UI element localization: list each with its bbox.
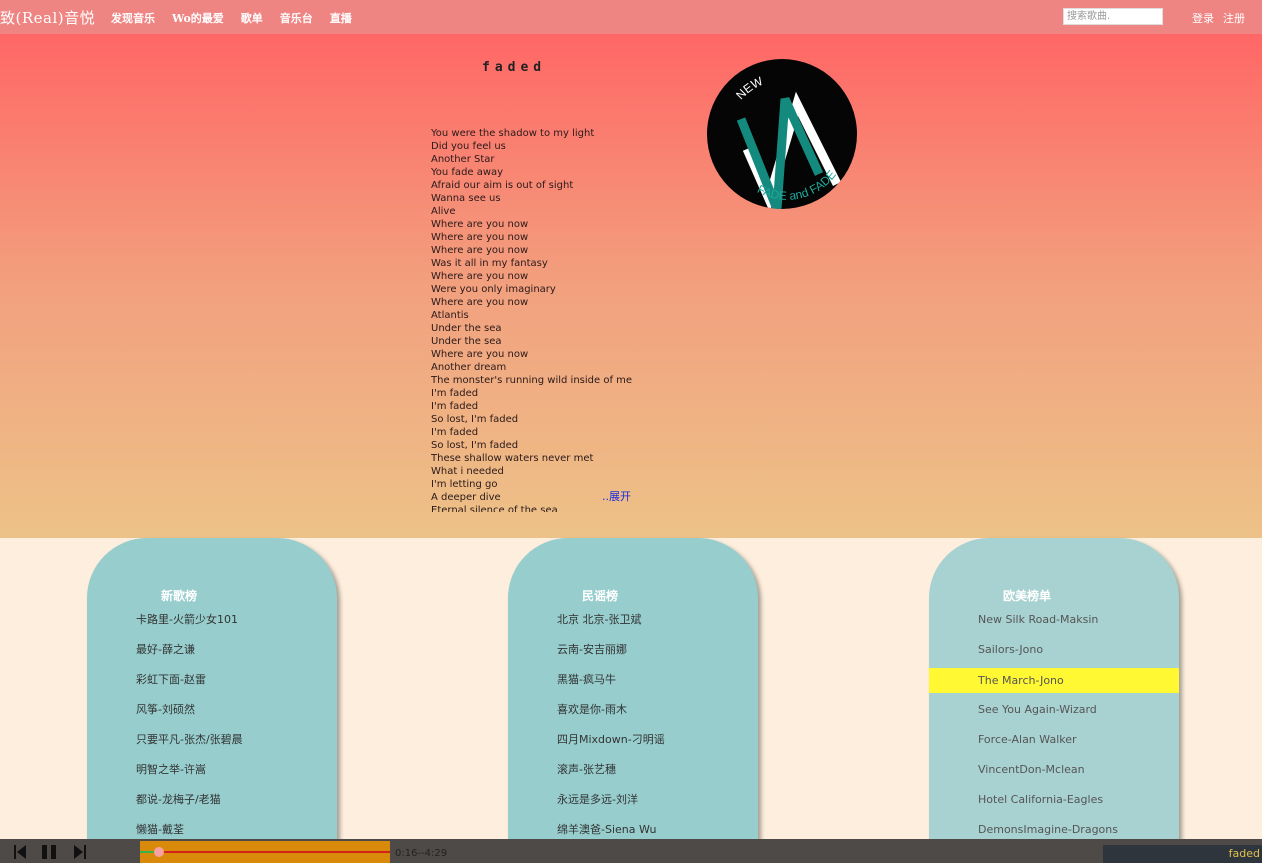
progress-track (140, 851, 390, 853)
chart-item[interactable]: See You Again-Wizard (929, 698, 1179, 728)
chart-item[interactable]: 喜欢是你-雨木 (508, 698, 758, 728)
chart-item[interactable]: The March-Jono (929, 668, 1179, 693)
chart-item[interactable]: 明智之举-许嵩 (87, 758, 337, 788)
chart-title: 民谣榜 (582, 589, 619, 603)
chart-list: 卡路里-火箭少女101 最好-薛之谦 彩虹下面-赵雷 风筝-刘硕然 只要平凡-张杰/张碧… (87, 608, 337, 848)
lyric-line: Another dream (431, 362, 507, 373)
pause-icon[interactable] (42, 845, 58, 859)
chart-item[interactable]: 彩虹下面-赵雷 (87, 668, 337, 698)
chart-card-new-songs: 新歌榜 卡路里-火箭少女101 最好-薛之谦 彩虹下面-赵雷 风筝-刘硕然 只要平凡-张… (87, 538, 337, 858)
lyrics-panel: You were the shadow to my light Did you f… (431, 127, 691, 512)
lyric-line: Where are you now (431, 232, 529, 243)
lyric-line: Alive (431, 206, 456, 217)
lyric-line: Where are you now (431, 219, 529, 230)
lyric-line: I'm faded (431, 401, 479, 412)
chart-item[interactable]: 黑猫-疯马牛 (508, 668, 758, 698)
lyric-line: Did you feel us (431, 141, 506, 152)
cover-arc-top-text: NEW (733, 74, 765, 102)
lyric-line: Wanna see us (431, 193, 501, 204)
lyric-line: Was it all in my fantasy (431, 258, 548, 269)
top-nav-bar: 致(Real)音悦 发现音乐 Wo的最爱 歌单 音乐台 直播 登录注册 (0, 0, 1262, 34)
nav-playlists[interactable]: 歌单 (241, 10, 263, 26)
expand-lyrics-link[interactable]: ..展开 (602, 488, 631, 504)
lyric-line: Atlantis (431, 310, 469, 321)
login-link[interactable]: 登录 (1192, 12, 1214, 25)
lyric-line: You were the shadow to my light (431, 128, 595, 139)
lyric-line: The monster's running wild inside of me (431, 375, 633, 386)
chart-card-western: 欧美榜单 New Silk Road-Maksin Sailors-Jono The… (929, 538, 1179, 858)
chart-item[interactable]: 四月Mixdown-刁明谣 (508, 728, 758, 758)
album-cover: NEW FADE and FADE (707, 59, 857, 209)
progress-bar[interactable] (140, 841, 390, 863)
lyric-line: Another Star (431, 154, 495, 165)
chart-item[interactable]: 卡路里-火箭少女101 (87, 608, 337, 638)
lyric-line: I'm letting go (431, 479, 498, 490)
chart-item[interactable]: 永远是多远-刘洋 (508, 788, 758, 818)
lyric-line: Where are you now (431, 297, 529, 308)
now-playing-title: faded (1103, 845, 1262, 863)
chart-item[interactable]: 云南-安吉丽娜 (508, 638, 758, 668)
chart-item[interactable]: Force-Alan Walker (929, 728, 1179, 758)
song-hero: faded You were the shadow to my light Did… (0, 34, 1262, 538)
lyric-line: Under the sea (431, 323, 502, 334)
progress-knob[interactable] (154, 847, 164, 857)
chart-list: 北京 北京-张卫斌 云南-安吉丽娜 黑猫-疯马牛 喜欢是你-雨木 四月Mixdown-刁… (508, 608, 758, 848)
chart-item[interactable]: 只要平凡-张杰/张碧晨 (87, 728, 337, 758)
next-track-icon[interactable] (74, 845, 86, 859)
chart-item[interactable]: 北京 北京-张卫斌 (508, 608, 758, 638)
chart-item[interactable]: New Silk Road-Maksin (929, 608, 1179, 638)
chart-title: 欧美榜单 (1003, 589, 1052, 603)
chart-item[interactable]: 风筝-刘硕然 (87, 698, 337, 728)
lyric-line: I'm faded (431, 388, 479, 399)
lyric-line: So lost, I'm faded (431, 440, 519, 451)
chart-item[interactable]: 最好-薛之谦 (87, 638, 337, 668)
chart-item[interactable]: Sailors-Jono (929, 638, 1179, 668)
chart-item[interactable]: 滚声-张艺穗 (508, 758, 758, 788)
chart-item[interactable]: VincentDon-Mclean (929, 758, 1179, 788)
cover-arc-bottom-text: FADE and FADE (755, 168, 839, 203)
chart-item[interactable]: 都说-龙梅子/老猫 (87, 788, 337, 818)
nav-music-station[interactable]: 音乐台 (280, 10, 313, 26)
nav-discover-music[interactable]: 发现音乐 (111, 10, 155, 26)
lyric-line: I'm faded (431, 427, 479, 438)
auth-links: 登录 注册 (1192, 10, 1254, 26)
lyric-line: Eternal silence of the sea (431, 505, 558, 512)
lyric-line: What i needed (431, 466, 504, 477)
player-bar: 0:16--4:29 faded (0, 839, 1262, 863)
time-label: 0:16--4:29 (395, 848, 448, 859)
lyric-line: A deeper dive (431, 492, 501, 503)
chart-list: New Silk Road-Maksin Sailors-Jono The Marc… (929, 608, 1179, 848)
nav-my-favorites[interactable]: Wo的最爱 (172, 10, 224, 26)
lyric-line: Under the sea (431, 336, 502, 347)
site-logo[interactable]: 致(Real)音悦 (0, 7, 95, 28)
lyric-line: Were you only imaginary (431, 284, 556, 295)
chart-card-folk: 民谣榜 北京 北京-张卫斌 云南-安吉丽娜 黑猫-疯马牛 喜欢是你-雨木 四月Mixdo… (508, 538, 758, 858)
chart-title: 新歌榜 (161, 589, 198, 603)
alan-walker-logo: NEW FADE and FADE (733, 74, 842, 209)
main-nav: 发现音乐 Wo的最爱 歌单 音乐台 直播 (111, 10, 369, 26)
lyric-line: Where are you now (431, 349, 529, 360)
search-input[interactable] (1063, 8, 1163, 25)
lyric-line: Where are you now (431, 271, 529, 282)
progress-played (140, 851, 155, 853)
previous-track-icon[interactable] (14, 845, 26, 859)
chart-item[interactable]: Hotel California-Eagles (929, 788, 1179, 818)
lyric-line: These shallow waters never met (431, 453, 594, 464)
nav-live[interactable]: 直播 (330, 10, 352, 26)
song-title: faded (482, 60, 547, 75)
lyric-line: Afraid our aim is out of sight (431, 180, 574, 191)
register-link[interactable]: 注册 (1223, 12, 1245, 25)
lyric-line: Where are you now (431, 245, 529, 256)
lyric-line: You fade away (431, 167, 504, 178)
lyric-line: So lost, I'm faded (431, 414, 519, 425)
